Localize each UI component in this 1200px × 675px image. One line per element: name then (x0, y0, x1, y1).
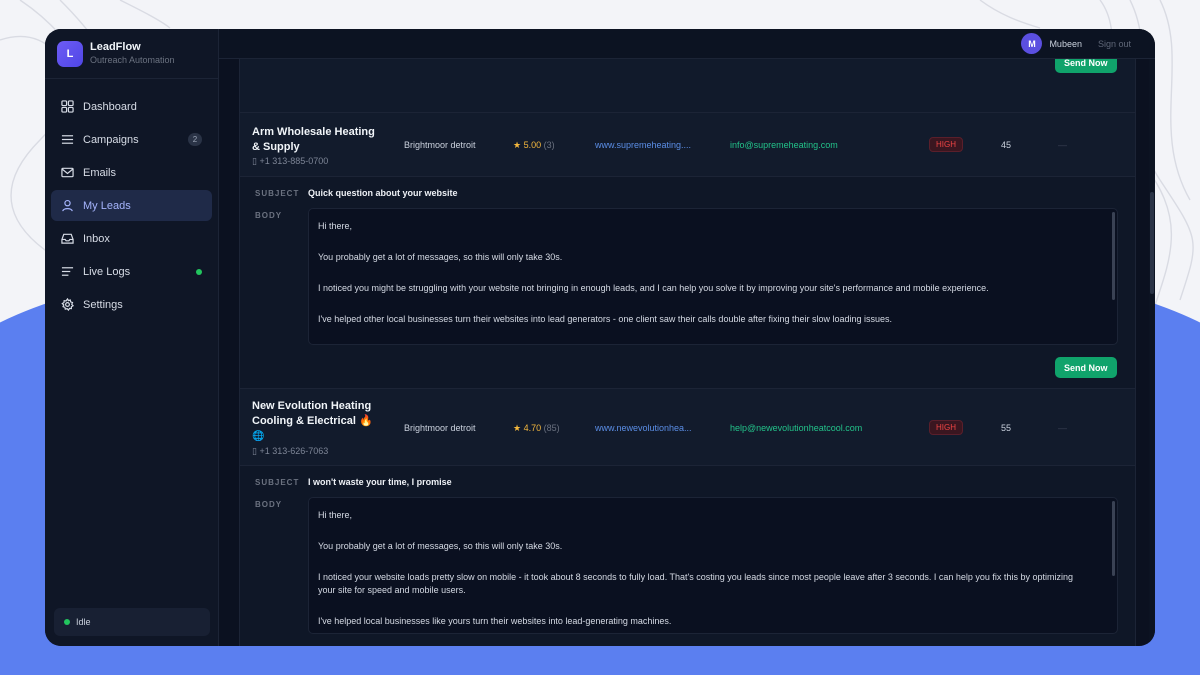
topbar: M Mubeen Sign out (219, 29, 1155, 59)
lead-rating: ★ 4.70 (85) (513, 423, 560, 434)
sidebar: L LeadFlow Outreach Automation Dashboard… (45, 29, 219, 646)
rating-count: (85) (543, 423, 560, 433)
sidebar-item-label: Live Logs (83, 265, 131, 278)
page-scroll-thumb[interactable] (1150, 192, 1154, 294)
table-row[interactable]: New Evolution Heating Cooling & Electric… (240, 388, 1135, 466)
lead-email[interactable]: info@supremeheating.com (730, 140, 838, 150)
mail-icon (61, 167, 74, 178)
priority-badge: HIGH (929, 137, 963, 152)
brand-name: LeadFlow (90, 40, 141, 53)
page-scrollbar[interactable] (1149, 59, 1155, 646)
brand-logo: L (57, 40, 83, 67)
brand-subtitle: Outreach Automation (90, 54, 175, 65)
rating-value: ★ 5.00 (513, 140, 542, 150)
lead-phone: ▯ +1 313-885-0700 (252, 156, 329, 166)
body-paragraph: Hi there, (318, 510, 353, 520)
lead-extra: — (1058, 423, 1067, 433)
email-draft: SUBJECT I won't waste your time, I promi… (240, 466, 1135, 646)
lead-website-link[interactable]: www.supremeheating.... (595, 140, 695, 150)
lead-location: Brightmoor detroit (404, 423, 476, 433)
sidebar-item-my-leads[interactable]: My Leads (51, 190, 212, 221)
sidebar-item-label: Settings (83, 298, 123, 311)
body-scrollbar[interactable] (1112, 212, 1115, 300)
rating-count: (3) (543, 140, 555, 150)
body-label: BODY (255, 211, 283, 220)
lead-score: 55 (1001, 423, 1012, 433)
lead-score: 45 (1001, 140, 1012, 150)
email-subject[interactable]: I won't waste your time, I promise (308, 477, 452, 487)
username: Mubeen (1049, 38, 1082, 49)
lead-phone: ▯ +1 313-626-7063 (252, 446, 329, 456)
sidebar-item-campaigns[interactable]: Campaigns 2 (51, 124, 212, 155)
sidebar-item-settings[interactable]: Settings (51, 289, 212, 320)
lead-name: New Evolution Heating Cooling & Electric… (252, 400, 373, 427)
lead-extra: — (1058, 140, 1067, 150)
lead-email[interactable]: help@newevolutionheatcool.com (730, 423, 862, 433)
list-icon (61, 135, 74, 144)
body-label: BODY (255, 500, 283, 509)
sidebar-item-label: Inbox (83, 232, 110, 245)
grid-icon (61, 100, 74, 113)
lead-name: Arm Wholesale Heating & Supply (252, 126, 375, 153)
email-draft: SUBJECT Quick question about your websit… (240, 177, 1135, 388)
sidebar-item-emails[interactable]: Emails (51, 157, 212, 188)
brand[interactable]: L LeadFlow Outreach Automation (45, 29, 218, 79)
body-paragraph: You probably get a lot of messages, so t… (318, 541, 563, 551)
send-now-button[interactable]: Send Now (1055, 59, 1117, 73)
email-subject[interactable]: Quick question about your website (308, 188, 458, 198)
live-indicator-dot (196, 269, 202, 275)
body-scrollbar[interactable] (1112, 501, 1115, 576)
body-paragraph: I've helped local businesses like yours … (318, 616, 672, 626)
body-paragraph: I've helped other local businesses turn … (318, 314, 893, 324)
globe-icon: 🌐 (252, 431, 265, 442)
sidebar-item-label: Emails (83, 166, 117, 179)
sidebar-item-dashboard[interactable]: Dashboard (51, 91, 212, 122)
status-dot (64, 619, 70, 625)
user-icon (62, 199, 73, 212)
inbox-icon (61, 233, 74, 244)
sidebar-item-label: My Leads (83, 199, 131, 212)
main-area: M Mubeen Sign out Send Now Arm Wholesale… (219, 29, 1155, 646)
body-paragraph: I noticed your website loads pretty slow… (318, 572, 1073, 595)
priority-badge: HIGH (929, 420, 963, 435)
sidebar-item-label: Dashboard (83, 100, 137, 113)
send-now-button[interactable]: Send Now (1055, 357, 1117, 378)
email-body-textarea[interactable]: Hi there, You probably get a lot of mess… (308, 208, 1118, 345)
leads-list: Send Now Arm Wholesale Heating & Supply … (239, 59, 1136, 646)
worker-status: Idle (54, 608, 210, 636)
sidebar-item-label: Campaigns (83, 133, 139, 146)
table-row[interactable]: Arm Wholesale Heating & Supply ▯ +1 313-… (240, 112, 1135, 177)
sidebar-item-live-logs[interactable]: Live Logs (51, 256, 212, 287)
status-text: Idle (76, 617, 91, 627)
logs-icon (61, 267, 74, 276)
email-body-textarea[interactable]: Hi there, You probably get a lot of mess… (308, 497, 1118, 634)
lead-rating: ★ 5.00 (3) (513, 140, 555, 151)
sidebar-nav: Dashboard Campaigns 2 Emails My Leads In… (45, 79, 218, 320)
body-paragraph: You probably get a lot of messages, so t… (318, 252, 563, 262)
app-window: L LeadFlow Outreach Automation Dashboard… (45, 29, 1155, 646)
lead-website-link[interactable]: www.newevolutionhea... (595, 423, 695, 433)
subject-label: SUBJECT (255, 478, 300, 487)
sidebar-item-inbox[interactable]: Inbox (51, 223, 212, 254)
body-paragraph: Hi there, (318, 221, 353, 231)
rating-value: ★ 4.70 (513, 423, 542, 433)
campaigns-count-badge: 2 (188, 133, 202, 146)
subject-label: SUBJECT (255, 189, 300, 198)
body-paragraph: I noticed you might be struggling with y… (318, 283, 989, 293)
sign-out-link[interactable]: Sign out (1098, 39, 1131, 49)
gear-icon (61, 298, 74, 311)
avatar[interactable]: M (1021, 33, 1043, 54)
lead-location: Brightmoor detroit (404, 140, 476, 150)
